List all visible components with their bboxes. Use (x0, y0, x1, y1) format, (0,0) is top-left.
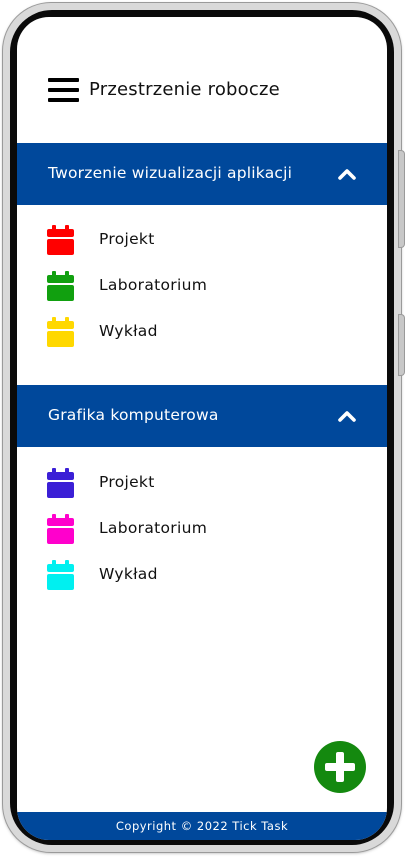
app-screen: Przestrzenie robocze Tworzenie wizualiza… (17, 17, 387, 840)
chevron-up-icon[interactable] (338, 167, 356, 181)
list-item-label: Projekt (99, 473, 155, 491)
calendar-icon (47, 271, 74, 301)
add-button[interactable] (314, 741, 366, 793)
list-item-laboratorium[interactable]: Laboratorium (17, 510, 387, 550)
calendar-icon (47, 514, 74, 544)
list-item-projekt[interactable]: Projekt (17, 464, 387, 504)
list-item-laboratorium[interactable]: Laboratorium (17, 267, 387, 307)
workspace-header-grafika[interactable]: Grafika komputerowa (17, 385, 387, 447)
footer: Copyright © 2022 Tick Task (17, 812, 387, 840)
list-item-label: Wykład (99, 322, 158, 340)
volume-button (399, 151, 404, 247)
calendar-icon (47, 468, 74, 498)
hamburger-menu-icon[interactable] (48, 77, 79, 103)
power-button (399, 315, 404, 375)
list-item-label: Projekt (99, 230, 155, 248)
list-item-wyklad[interactable]: Wykład (17, 313, 387, 353)
workspace-header-tworzenie[interactable]: Tworzenie wizualizacji aplikacji (17, 143, 387, 205)
app-header: Przestrzenie robocze (17, 75, 387, 109)
calendar-icon (47, 317, 74, 347)
chevron-up-icon[interactable] (338, 409, 356, 423)
copyright-text: Copyright © 2022 Tick Task (115, 819, 289, 833)
calendar-icon (47, 560, 74, 590)
list-item-label: Laboratorium (99, 519, 208, 537)
workspace-title: Tworzenie wizualizacji aplikacji (48, 164, 293, 182)
list-item-label: Wykład (99, 565, 158, 583)
list-item-label: Laboratorium (99, 276, 208, 294)
page-title: Przestrzenie robocze (89, 79, 280, 100)
list-item-wyklad[interactable]: Wykład (17, 556, 387, 596)
workspace-title: Grafika komputerowa (48, 406, 219, 424)
calendar-icon (47, 225, 74, 255)
list-item-projekt[interactable]: Projekt (17, 221, 387, 261)
